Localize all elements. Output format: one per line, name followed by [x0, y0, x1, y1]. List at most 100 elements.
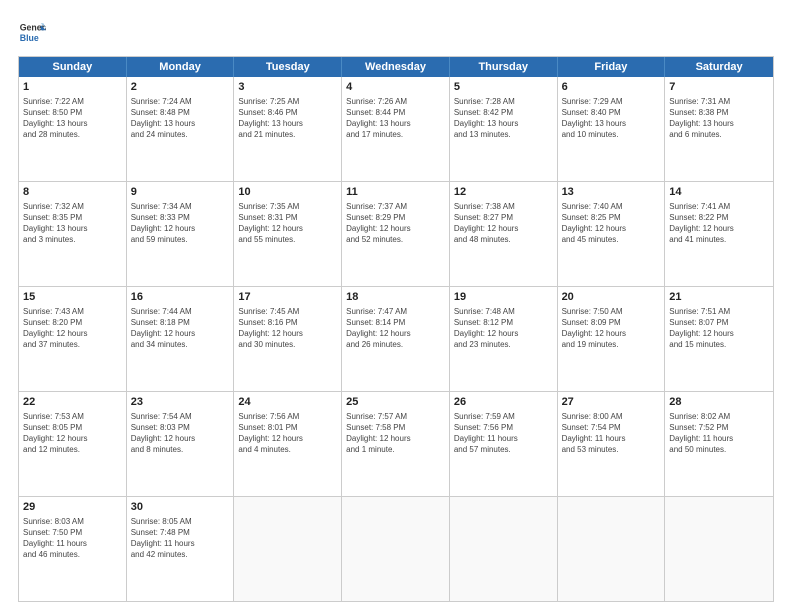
cal-row-5: 29Sunrise: 8:03 AM Sunset: 7:50 PM Dayli…: [19, 496, 773, 601]
day-info: Sunrise: 7:57 AM Sunset: 7:58 PM Dayligh…: [346, 411, 445, 456]
day-number: 5: [454, 80, 553, 95]
day-number: 29: [23, 500, 122, 515]
day-number: 11: [346, 185, 445, 200]
cal-cell-18: 18Sunrise: 7:47 AM Sunset: 8:14 PM Dayli…: [342, 287, 450, 391]
cal-cell-19: 19Sunrise: 7:48 AM Sunset: 8:12 PM Dayli…: [450, 287, 558, 391]
calendar-header: SundayMondayTuesdayWednesdayThursdayFrid…: [19, 57, 773, 77]
cal-cell-3: 3Sunrise: 7:25 AM Sunset: 8:46 PM Daylig…: [234, 77, 342, 181]
day-info: Sunrise: 7:43 AM Sunset: 8:20 PM Dayligh…: [23, 306, 122, 351]
day-info: Sunrise: 7:54 AM Sunset: 8:03 PM Dayligh…: [131, 411, 230, 456]
day-info: Sunrise: 7:47 AM Sunset: 8:14 PM Dayligh…: [346, 306, 445, 351]
cal-row-2: 8Sunrise: 7:32 AM Sunset: 8:35 PM Daylig…: [19, 181, 773, 286]
day-number: 19: [454, 290, 553, 305]
cal-cell-2: 2Sunrise: 7:24 AM Sunset: 8:48 PM Daylig…: [127, 77, 235, 181]
header-day-sunday: Sunday: [19, 57, 127, 77]
day-info: Sunrise: 8:03 AM Sunset: 7:50 PM Dayligh…: [23, 516, 122, 561]
cal-cell-5: 5Sunrise: 7:28 AM Sunset: 8:42 PM Daylig…: [450, 77, 558, 181]
day-info: Sunrise: 7:41 AM Sunset: 8:22 PM Dayligh…: [669, 201, 769, 246]
day-number: 25: [346, 395, 445, 410]
day-number: 23: [131, 395, 230, 410]
day-info: Sunrise: 8:02 AM Sunset: 7:52 PM Dayligh…: [669, 411, 769, 456]
cal-cell-17: 17Sunrise: 7:45 AM Sunset: 8:16 PM Dayli…: [234, 287, 342, 391]
day-number: 9: [131, 185, 230, 200]
cal-cell-26: 26Sunrise: 7:59 AM Sunset: 7:56 PM Dayli…: [450, 392, 558, 496]
day-number: 16: [131, 290, 230, 305]
cal-cell-25: 25Sunrise: 7:57 AM Sunset: 7:58 PM Dayli…: [342, 392, 450, 496]
header-day-thursday: Thursday: [450, 57, 558, 77]
cal-cell-empty-4-5: [558, 497, 666, 601]
day-info: Sunrise: 7:51 AM Sunset: 8:07 PM Dayligh…: [669, 306, 769, 351]
day-number: 7: [669, 80, 769, 95]
cal-cell-11: 11Sunrise: 7:37 AM Sunset: 8:29 PM Dayli…: [342, 182, 450, 286]
day-info: Sunrise: 8:05 AM Sunset: 7:48 PM Dayligh…: [131, 516, 230, 561]
cal-cell-29: 29Sunrise: 8:03 AM Sunset: 7:50 PM Dayli…: [19, 497, 127, 601]
day-number: 12: [454, 185, 553, 200]
day-info: Sunrise: 7:28 AM Sunset: 8:42 PM Dayligh…: [454, 96, 553, 141]
header-day-saturday: Saturday: [665, 57, 773, 77]
day-info: Sunrise: 7:50 AM Sunset: 8:09 PM Dayligh…: [562, 306, 661, 351]
cal-cell-30: 30Sunrise: 8:05 AM Sunset: 7:48 PM Dayli…: [127, 497, 235, 601]
day-info: Sunrise: 7:38 AM Sunset: 8:27 PM Dayligh…: [454, 201, 553, 246]
cal-cell-28: 28Sunrise: 8:02 AM Sunset: 7:52 PM Dayli…: [665, 392, 773, 496]
cal-cell-22: 22Sunrise: 7:53 AM Sunset: 8:05 PM Dayli…: [19, 392, 127, 496]
cal-cell-16: 16Sunrise: 7:44 AM Sunset: 8:18 PM Dayli…: [127, 287, 235, 391]
cal-cell-27: 27Sunrise: 8:00 AM Sunset: 7:54 PM Dayli…: [558, 392, 666, 496]
day-info: Sunrise: 8:00 AM Sunset: 7:54 PM Dayligh…: [562, 411, 661, 456]
day-number: 27: [562, 395, 661, 410]
day-number: 2: [131, 80, 230, 95]
cal-cell-20: 20Sunrise: 7:50 AM Sunset: 8:09 PM Dayli…: [558, 287, 666, 391]
day-info: Sunrise: 7:24 AM Sunset: 8:48 PM Dayligh…: [131, 96, 230, 141]
day-number: 24: [238, 395, 337, 410]
day-number: 13: [562, 185, 661, 200]
cal-cell-9: 9Sunrise: 7:34 AM Sunset: 8:33 PM Daylig…: [127, 182, 235, 286]
cal-row-4: 22Sunrise: 7:53 AM Sunset: 8:05 PM Dayli…: [19, 391, 773, 496]
day-info: Sunrise: 7:35 AM Sunset: 8:31 PM Dayligh…: [238, 201, 337, 246]
day-info: Sunrise: 7:44 AM Sunset: 8:18 PM Dayligh…: [131, 306, 230, 351]
day-number: 17: [238, 290, 337, 305]
day-number: 10: [238, 185, 337, 200]
day-number: 18: [346, 290, 445, 305]
logo: General Blue: [18, 18, 30, 46]
page-header: General Blue: [18, 18, 774, 46]
day-info: Sunrise: 7:56 AM Sunset: 8:01 PM Dayligh…: [238, 411, 337, 456]
day-info: Sunrise: 7:31 AM Sunset: 8:38 PM Dayligh…: [669, 96, 769, 141]
day-number: 15: [23, 290, 122, 305]
day-number: 4: [346, 80, 445, 95]
cal-cell-empty-4-6: [665, 497, 773, 601]
day-info: Sunrise: 7:40 AM Sunset: 8:25 PM Dayligh…: [562, 201, 661, 246]
day-info: Sunrise: 7:25 AM Sunset: 8:46 PM Dayligh…: [238, 96, 337, 141]
cal-cell-1: 1Sunrise: 7:22 AM Sunset: 8:50 PM Daylig…: [19, 77, 127, 181]
calendar-body: 1Sunrise: 7:22 AM Sunset: 8:50 PM Daylig…: [19, 77, 773, 601]
day-info: Sunrise: 7:53 AM Sunset: 8:05 PM Dayligh…: [23, 411, 122, 456]
day-info: Sunrise: 7:22 AM Sunset: 8:50 PM Dayligh…: [23, 96, 122, 141]
day-number: 26: [454, 395, 553, 410]
svg-text:Blue: Blue: [20, 33, 39, 43]
day-number: 20: [562, 290, 661, 305]
cal-cell-empty-4-3: [342, 497, 450, 601]
day-info: Sunrise: 7:48 AM Sunset: 8:12 PM Dayligh…: [454, 306, 553, 351]
day-info: Sunrise: 7:26 AM Sunset: 8:44 PM Dayligh…: [346, 96, 445, 141]
header-day-monday: Monday: [127, 57, 235, 77]
cal-cell-8: 8Sunrise: 7:32 AM Sunset: 8:35 PM Daylig…: [19, 182, 127, 286]
calendar: SundayMondayTuesdayWednesdayThursdayFrid…: [18, 56, 774, 602]
cal-cell-6: 6Sunrise: 7:29 AM Sunset: 8:40 PM Daylig…: [558, 77, 666, 181]
cal-cell-15: 15Sunrise: 7:43 AM Sunset: 8:20 PM Dayli…: [19, 287, 127, 391]
cal-cell-7: 7Sunrise: 7:31 AM Sunset: 8:38 PM Daylig…: [665, 77, 773, 181]
header-day-tuesday: Tuesday: [234, 57, 342, 77]
day-number: 21: [669, 290, 769, 305]
header-day-wednesday: Wednesday: [342, 57, 450, 77]
cal-cell-23: 23Sunrise: 7:54 AM Sunset: 8:03 PM Dayli…: [127, 392, 235, 496]
header-day-friday: Friday: [558, 57, 666, 77]
cal-cell-14: 14Sunrise: 7:41 AM Sunset: 8:22 PM Dayli…: [665, 182, 773, 286]
day-info: Sunrise: 7:37 AM Sunset: 8:29 PM Dayligh…: [346, 201, 445, 246]
day-number: 28: [669, 395, 769, 410]
logo-icon: General Blue: [18, 18, 46, 46]
cal-cell-13: 13Sunrise: 7:40 AM Sunset: 8:25 PM Dayli…: [558, 182, 666, 286]
cal-cell-empty-4-2: [234, 497, 342, 601]
day-number: 1: [23, 80, 122, 95]
cal-row-1: 1Sunrise: 7:22 AM Sunset: 8:50 PM Daylig…: [19, 77, 773, 181]
day-info: Sunrise: 7:34 AM Sunset: 8:33 PM Dayligh…: [131, 201, 230, 246]
day-info: Sunrise: 7:59 AM Sunset: 7:56 PM Dayligh…: [454, 411, 553, 456]
cal-row-3: 15Sunrise: 7:43 AM Sunset: 8:20 PM Dayli…: [19, 286, 773, 391]
day-number: 14: [669, 185, 769, 200]
